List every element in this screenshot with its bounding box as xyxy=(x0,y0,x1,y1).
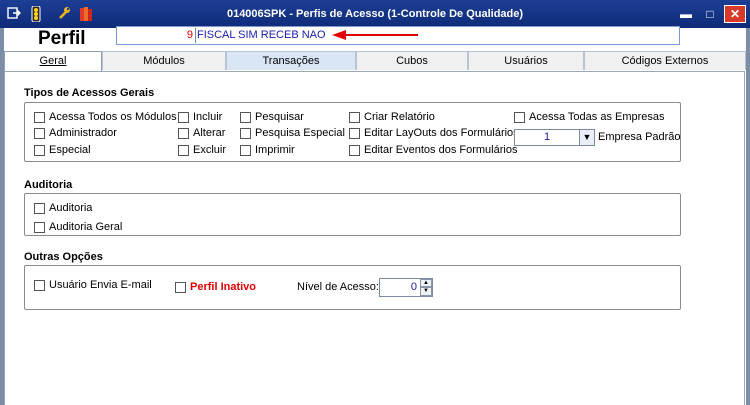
label-especial: Especial xyxy=(49,144,91,156)
wrench-icon[interactable] xyxy=(56,6,72,22)
chevron-down-icon[interactable]: ▼ xyxy=(579,130,594,145)
tab-transacoes[interactable]: Transações xyxy=(226,51,356,70)
title-bar: 014006SPK - Perfis de Acesso (1-Controle… xyxy=(0,0,750,28)
tab-geral[interactable]: Geral xyxy=(4,51,102,72)
label-acessa-todas-empresas: Acessa Todas as Empresas xyxy=(529,111,665,123)
label-editar-eventos: Editar Eventos dos Formulários xyxy=(364,144,518,156)
checkbox-editar-layouts[interactable] xyxy=(349,128,360,139)
section-title-outras: Outras Opções xyxy=(24,251,103,263)
profile-name[interactable]: FISCAL SIM RECEB NAO xyxy=(197,27,326,44)
label-imprimir: Imprimir xyxy=(255,144,295,156)
perfil-label: Perfil xyxy=(38,28,86,49)
checkbox-pesquisar[interactable] xyxy=(240,112,251,123)
close-button[interactable]: ✕ xyxy=(724,5,746,23)
label-empresa-padrao: Empresa Padrão xyxy=(598,131,681,143)
label-nivel-acesso: Nível de Acesso: xyxy=(297,281,379,293)
window-title: 014006SPK - Perfis de Acesso (1-Controle… xyxy=(226,8,524,20)
label-editar-layouts: Editar LayOuts dos Formulários xyxy=(364,127,519,139)
checkbox-acessa-todos-modulos[interactable] xyxy=(34,112,45,123)
maximize-button[interactable]: □ xyxy=(700,6,720,22)
label-pesquisar: Pesquisar xyxy=(255,111,304,123)
label-alterar: Alterar xyxy=(193,127,226,139)
minimize-button[interactable]: ▬ xyxy=(676,6,696,22)
checkbox-imprimir[interactable] xyxy=(240,145,251,156)
checkbox-acessa-todas-empresas[interactable] xyxy=(514,112,525,123)
profile-separator xyxy=(195,28,196,43)
label-criar-relatorio: Criar Relatório xyxy=(364,111,435,123)
checkbox-usuario-envia-email[interactable] xyxy=(34,280,45,291)
window-right-border xyxy=(746,28,750,405)
tab-bar: Geral Módulos Transações Cubos Usuários … xyxy=(0,51,750,72)
label-usuario-envia-email: Usuário Envia E-mail xyxy=(49,279,152,291)
label-auditoria-geral: Auditoria Geral xyxy=(49,221,123,233)
checkbox-auditoria-geral[interactable] xyxy=(34,222,45,233)
label-pesquisa-especial: Pesquisa Especial xyxy=(255,127,345,139)
nivel-acesso-spinner[interactable]: 0 ▲ ▼ xyxy=(379,278,433,297)
label-incluir: Incluir xyxy=(193,111,223,123)
section-title-tipos: Tipos de Acessos Gerais xyxy=(24,87,155,99)
tab-modulos-label: Módulos xyxy=(143,55,185,67)
empresa-padrao-value: 1 xyxy=(543,131,551,143)
checkbox-incluir[interactable] xyxy=(178,112,189,123)
tab-usuarios-label: Usuários xyxy=(504,55,548,67)
checkbox-pesquisa-especial[interactable] xyxy=(240,128,251,139)
label-auditoria: Auditoria xyxy=(49,202,93,214)
checkbox-administrador[interactable] xyxy=(34,128,45,139)
checkbox-alterar[interactable] xyxy=(178,128,189,139)
empresa-padrao-select[interactable]: 1 ▼ xyxy=(514,129,595,146)
label-administrador: Administrador xyxy=(49,127,117,139)
books-icon[interactable] xyxy=(78,6,94,22)
section-title-auditoria: Auditoria xyxy=(24,179,73,191)
checkbox-criar-relatorio[interactable] xyxy=(349,112,360,123)
checkbox-especial[interactable] xyxy=(34,145,45,156)
checkbox-perfil-inativo[interactable] xyxy=(175,282,186,293)
checkbox-excluir[interactable] xyxy=(178,145,189,156)
tab-codigos-externos[interactable]: Códigos Externos xyxy=(584,51,746,70)
spin-down-icon[interactable]: ▼ xyxy=(420,287,432,296)
label-perfil-inativo: Perfil Inativo xyxy=(190,281,257,293)
tab-cubos-label: Cubos xyxy=(396,55,428,67)
tab-transacoes-label: Transações xyxy=(262,55,320,67)
group-auditoria xyxy=(24,193,681,236)
nivel-acesso-value[interactable]: 0 xyxy=(380,279,417,296)
tab-cubos[interactable]: Cubos xyxy=(356,51,468,70)
red-arrow-annotation xyxy=(332,30,418,40)
label-acessa-todos-modulos: Acessa Todos os Módulos xyxy=(49,111,177,123)
tab-usuarios[interactable]: Usuários xyxy=(468,51,584,70)
checkbox-auditoria[interactable] xyxy=(34,203,45,214)
menu-icon[interactable] xyxy=(6,6,22,22)
spin-up-icon[interactable]: ▲ xyxy=(420,279,432,287)
tab-modulos[interactable]: Módulos xyxy=(102,51,226,70)
checkbox-editar-eventos[interactable] xyxy=(349,145,360,156)
profile-number[interactable]: 9 xyxy=(117,27,193,44)
traffic-light-icon[interactable] xyxy=(28,5,44,23)
tab-geral-label: Geral xyxy=(39,55,67,67)
label-excluir: Excluir xyxy=(193,144,227,156)
tab-codigos-externos-label: Códigos Externos xyxy=(621,55,709,67)
